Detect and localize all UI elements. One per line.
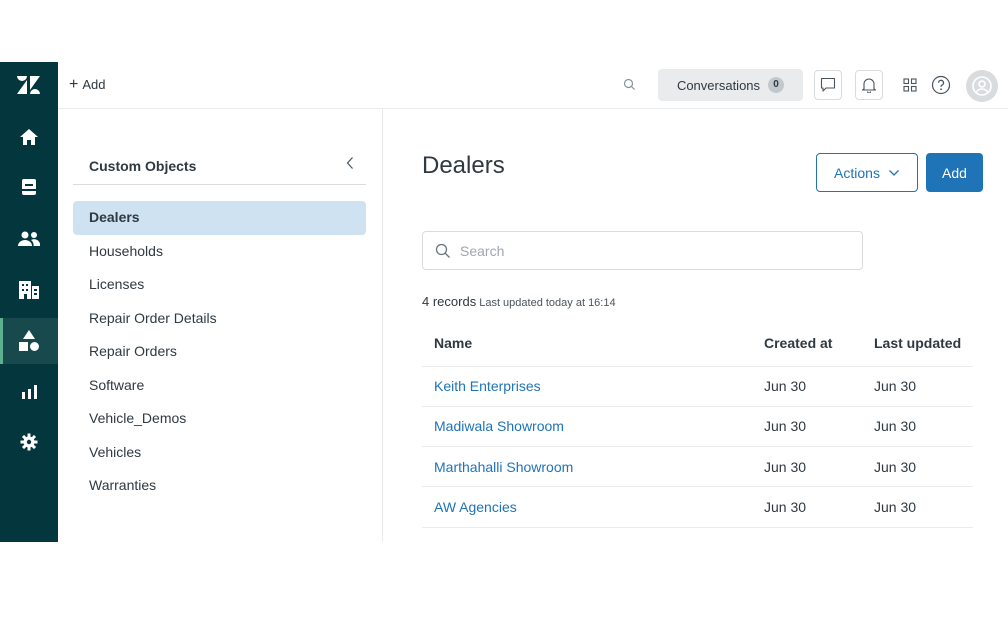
header-search-icon[interactable]: [620, 75, 640, 95]
zendesk-logo-icon[interactable]: [16, 75, 42, 95]
reporting-icon: [22, 385, 37, 399]
last-updated-cell: Jun 30: [862, 406, 973, 448]
bell-icon: [861, 78, 877, 93]
main-content: Dealers Actions Add 4 recordsLast update…: [383, 109, 1008, 542]
organizations-icon: [19, 281, 39, 299]
plus-icon: +: [69, 75, 79, 93]
last-updated-cell: Jun 30: [862, 366, 973, 407]
last-updated-cell: Jun 30: [862, 446, 973, 488]
conversations-count-badge: 0: [768, 77, 785, 93]
records-count: 4 records: [422, 294, 477, 309]
rail-views[interactable]: [0, 164, 58, 210]
apps-button[interactable]: [896, 70, 924, 100]
conversations-button[interactable]: Conversations 0: [658, 69, 803, 101]
records-updated-timestamp: Last updated today at 16:14: [479, 297, 616, 309]
column-header-last-updated[interactable]: Last updated: [862, 321, 973, 367]
records-summary: 4 records Last updated today at 16:14: [422, 294, 616, 309]
user-avatar[interactable]: [966, 70, 998, 102]
column-header-created-at[interactable]: Created at: [752, 321, 862, 367]
objects-icon: [19, 330, 39, 351]
object-list: Dealers Households Licenses Repair Order…: [73, 201, 366, 503]
header-add-button[interactable]: + Add: [69, 75, 106, 93]
actions-label: Actions: [834, 164, 880, 181]
rail-admin[interactable]: [0, 419, 58, 465]
column-header-name[interactable]: Name: [422, 321, 752, 367]
rail-organizations[interactable]: [0, 267, 58, 313]
app-frame: + Add Conversations 0 Custom Objects Dea…: [0, 62, 1008, 542]
search-icon: [435, 243, 450, 258]
sidebar-item-vehicle-demos[interactable]: Vehicle_Demos: [73, 402, 366, 436]
conversations-label: Conversations: [676, 77, 761, 93]
rail-reporting[interactable]: [0, 369, 58, 415]
sidebar-item-dealers[interactable]: Dealers: [73, 201, 366, 235]
records-table: Name Created at Last updated Keith Enter…: [422, 321, 973, 528]
page-title: Dealers: [422, 152, 505, 179]
actions-dropdown-button[interactable]: Actions: [816, 153, 918, 192]
chat-bubble-icon: [820, 77, 836, 92]
custom-objects-sidebar: Custom Objects Dealers Households Licens…: [58, 109, 383, 542]
add-record-button[interactable]: Add: [926, 153, 983, 192]
table-row[interactable]: Keith Enterprises Jun 30 Jun 30: [422, 366, 973, 407]
user-avatar-icon: [972, 76, 992, 96]
last-updated-cell: Jun 30: [862, 486, 973, 528]
collapse-sidebar-button[interactable]: [342, 154, 358, 172]
chat-button[interactable]: [814, 70, 842, 100]
created-at-cell: Jun 30: [752, 446, 862, 488]
sidebar-item-warranties[interactable]: Warranties: [73, 469, 366, 503]
search-input[interactable]: [460, 242, 840, 259]
chevron-left-icon: [346, 157, 353, 169]
apps-grid-icon: [903, 78, 917, 92]
record-name-link[interactable]: AW Agencies: [422, 486, 752, 528]
sidebar-item-licenses[interactable]: Licenses: [73, 268, 366, 302]
rail-customers[interactable]: [0, 216, 58, 262]
table-header-row: Name Created at Last updated: [422, 321, 973, 367]
sidebar-divider: [73, 184, 366, 185]
notifications-button[interactable]: [855, 70, 883, 100]
sidebar-title: Custom Objects: [89, 158, 197, 174]
table-row[interactable]: Marthahalli Showroom Jun 30 Jun 30: [422, 446, 973, 488]
header-add-label: Add: [82, 77, 106, 92]
record-name-link[interactable]: Marthahalli Showroom: [422, 446, 752, 488]
sidebar-item-repair-order-details[interactable]: Repair Order Details: [73, 302, 366, 336]
table-row[interactable]: AW Agencies Jun 30 Jun 30: [422, 486, 973, 528]
rail-home[interactable]: [0, 114, 58, 160]
sidebar-item-software[interactable]: Software: [73, 369, 366, 403]
home-icon: [20, 129, 38, 145]
help-question-icon: [931, 75, 951, 95]
created-at-cell: Jun 30: [752, 406, 862, 448]
record-name-link[interactable]: Madiwala Showroom: [422, 406, 752, 448]
record-name-link[interactable]: Keith Enterprises: [422, 366, 752, 407]
sidebar-item-repair-orders[interactable]: Repair Orders: [73, 335, 366, 369]
rail-objects[interactable]: [0, 318, 58, 364]
sidebar-item-vehicles[interactable]: Vehicles: [73, 436, 366, 470]
created-at-cell: Jun 30: [752, 486, 862, 528]
created-at-cell: Jun 30: [752, 366, 862, 407]
table-row[interactable]: Madiwala Showroom Jun 30 Jun 30: [422, 406, 973, 448]
sidebar-item-households[interactable]: Households: [73, 235, 366, 269]
product-rail: [0, 62, 58, 542]
top-header: + Add Conversations 0: [58, 62, 1008, 109]
customers-icon: [18, 231, 40, 246]
help-button[interactable]: [927, 70, 955, 100]
chevron-down-icon: [888, 169, 899, 176]
views-icon: [22, 179, 36, 195]
record-search-field[interactable]: [422, 231, 863, 270]
admin-gear-icon: [20, 433, 38, 451]
